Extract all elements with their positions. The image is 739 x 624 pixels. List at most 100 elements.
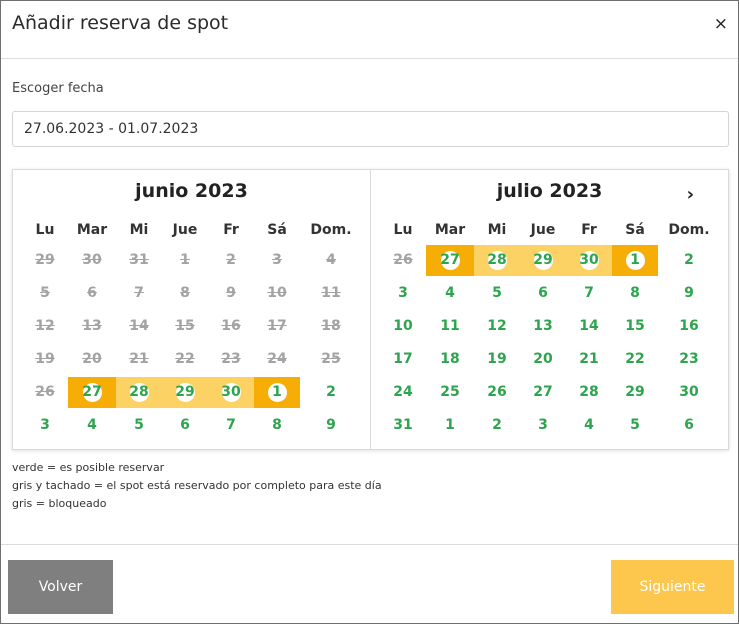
next-month-chevron-icon[interactable]: › [687,184,694,205]
calendar-day-available[interactable]: 26 [474,376,520,409]
calendar-day-available[interactable]: 12 [474,310,520,343]
calendar-day-available[interactable]: 4 [427,277,473,310]
modal-header: Añadir reserva de spot × [1,1,738,59]
calendar-month-july: julio 2023 › Lu Mar Mi Jue Fr Sá Dom. 26 27 28 29 3… [371,170,728,449]
calendar-day-unavailable: 19 [35,351,55,367]
calendar-day-available[interactable]: 17 [380,343,426,376]
weekday-header: Fr [581,222,597,238]
calendar-day-unavailable: 18 [321,318,341,334]
calendar-day-available[interactable]: 11 [427,310,473,343]
date-field-label: Escoger fecha [12,81,104,96]
weekday-header: Lu [393,222,413,238]
calendar-day-available[interactable]: 6 [520,277,566,310]
calendar-day-available[interactable]: 14 [566,310,612,343]
date-range-input[interactable] [12,111,729,147]
calendar-day-selected[interactable]: 27 [427,244,473,277]
weekday-header: Jue [172,222,198,238]
calendar-month-june: junio 2023 Lu Mar Mi Jue Fr Sá Dom. 29 30 31 1 2 3 4 5… [13,170,370,449]
weekday-header: Mi [487,222,507,238]
calendar-day-available[interactable]: 25 [427,376,473,409]
calendar-day-available[interactable]: 3 [520,409,566,442]
calendar-day-available[interactable]: 8 [612,277,658,310]
calendar-day-available[interactable]: 16 [666,310,712,343]
calendar-day-available[interactable]: 30 [666,376,712,409]
calendar-day-available[interactable]: 20 [520,343,566,376]
next-button[interactable]: Siguiente [611,560,734,614]
calendar-day-unavailable: 10 [267,285,287,301]
calendar-day-available[interactable]: 28 [566,376,612,409]
calendar-day-available[interactable]: 1 [427,409,473,442]
calendar-day-available[interactable]: 4 [69,409,115,442]
calendar-day-unavailable: 23 [221,351,241,367]
calendar-day-available[interactable]: 5 [116,409,162,442]
weekday-header: Mar [434,222,466,238]
calendar-day-unavailable: 12 [35,318,55,334]
calendar-day-selected[interactable]: 29 [520,244,566,277]
date-range-calendar: junio 2023 Lu Mar Mi Jue Fr Sá Dom. 29 30 31 1 2 3 4 5… [12,169,729,450]
legend-available: verde = es posible reservar [12,461,165,474]
calendar-day-unavailable: 8 [180,285,190,301]
calendar-day-selected[interactable]: 27 [69,376,115,409]
weekday-header: Dom. [310,222,352,238]
calendar-day-unavailable: 15 [175,318,195,334]
calendar-day-available[interactable]: 23 [666,343,712,376]
legend-booked: gris y tachado = el spot está reservado … [12,479,382,492]
calendar-day-available[interactable]: 5 [612,409,658,442]
calendar-day-unavailable: 13 [82,318,102,334]
calendar-day-unavailable: 20 [82,351,102,367]
calendar-day-available[interactable]: 5 [474,277,520,310]
calendar-day-available[interactable]: 21 [566,343,612,376]
calendar-day-available[interactable]: 9 [308,409,354,442]
calendar-day-unavailable: 7 [134,285,144,301]
calendar-day-unavailable: 26 [35,384,55,400]
calendar-day-available[interactable]: 31 [380,409,426,442]
calendar-day-available[interactable]: 2 [308,376,354,409]
calendar-day-available[interactable]: 27 [520,376,566,409]
calendar-day-selected[interactable]: 30 [208,376,254,409]
calendar-day-available[interactable]: 10 [380,310,426,343]
calendar-day-available[interactable]: 13 [520,310,566,343]
calendar-day-unavailable: 16 [221,318,241,334]
weekday-header: Mar [76,222,108,238]
calendar-day-unavailable: 29 [35,252,55,268]
calendar-day-unavailable: 24 [267,351,287,367]
calendar-day-available[interactable]: 4 [566,409,612,442]
calendar-day-unavailable: 5 [40,285,50,301]
calendar-day-selected[interactable]: 28 [116,376,162,409]
back-button[interactable]: Volver [8,560,113,614]
calendar-day-available[interactable]: 2 [666,244,712,277]
weekday-header: Sá [267,222,287,238]
calendar-day-available[interactable]: 29 [612,376,658,409]
calendar-day-unavailable: 25 [321,351,341,367]
calendar-day-available[interactable]: 6 [666,409,712,442]
month-title: julio 2023 [496,180,603,202]
calendar-day-selected[interactable]: 1 [254,376,300,409]
calendar-day-selected[interactable]: 1 [612,244,658,277]
calendar-day-available[interactable]: 7 [208,409,254,442]
calendar-day-available[interactable]: 8 [254,409,300,442]
calendar-day-available[interactable]: 7 [566,277,612,310]
calendar-day-available[interactable]: 19 [474,343,520,376]
calendar-day-available[interactable]: 3 [22,409,68,442]
calendar-day-selected[interactable]: 29 [162,376,208,409]
weekday-header: Lu [35,222,55,238]
calendar-day-available[interactable]: 2 [474,409,520,442]
weekday-header: Sá [625,222,645,238]
calendar-day-available[interactable]: 18 [427,343,473,376]
calendar-day-available[interactable]: 24 [380,376,426,409]
legend-blocked: gris = bloqueado [12,497,107,510]
calendar-day-selected[interactable]: 28 [474,244,520,277]
calendar-day-unavailable: 1 [180,252,190,268]
calendar-day-unavailable: 30 [82,252,102,268]
calendar-day-available[interactable]: 3 [380,277,426,310]
calendar-day-available[interactable]: 6 [162,409,208,442]
close-icon[interactable]: × [714,15,728,33]
calendar-day-available[interactable]: 22 [612,343,658,376]
calendar-day-selected[interactable]: 30 [566,244,612,277]
calendar-day-unavailable: 26 [393,252,413,268]
calendar-day-unavailable: 21 [129,351,149,367]
calendar-day-available[interactable]: 9 [666,277,712,310]
calendar-day-unavailable: 4 [326,252,336,268]
calendar-day-available[interactable]: 15 [612,310,658,343]
month-title: junio 2023 [135,180,248,202]
